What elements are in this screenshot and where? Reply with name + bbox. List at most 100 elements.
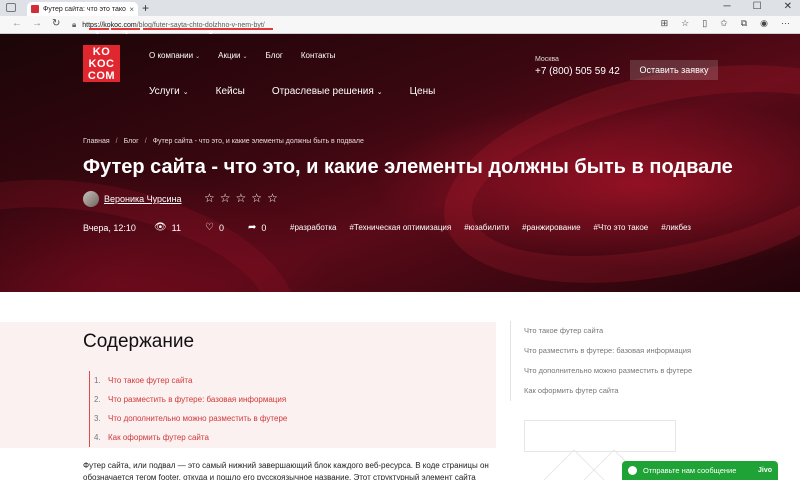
mainnav-item-cases[interactable]: Кейсы [216, 86, 245, 97]
split-screen-icon[interactable]: ▯ [702, 18, 707, 29]
shares-count: 0 [261, 222, 267, 233]
toc-list: 1. Что такое футер сайта 2. Что разместить… [89, 371, 287, 447]
likes-count: 0 [218, 222, 224, 233]
browser-tab-bar: Футер сайта: что это такое, ка × + ─ ☐ ✕ [0, 0, 800, 16]
toc-number: 4. [94, 433, 101, 442]
main-navigation: Услуги ⌄ Кейсы Отраслевые решения ⌄ Цены [149, 86, 435, 97]
sidebar-toc-item[interactable]: Что такое футер сайта [524, 321, 692, 341]
window-controls: ─ ☐ ✕ [724, 1, 792, 12]
browser-tab[interactable]: Футер сайта: что это такое, ка × [27, 2, 138, 16]
minimize-icon[interactable]: ─ [724, 1, 731, 12]
breadcrumb-current: Футер сайта - что это, и какие элементы … [152, 138, 364, 145]
collections-icon[interactable]: ⧉ [741, 18, 747, 29]
article-paragraph-line: обозначается тегом footer, откуда и пошл… [83, 473, 476, 480]
toc-number: 3. [94, 414, 101, 423]
favorite-star-icon[interactable]: ☆ [681, 18, 689, 29]
toc-title: Содержание [83, 331, 195, 352]
chat-widget-button[interactable]: Отправьте нам сообщение Jivo [622, 461, 778, 480]
toolbar-icons: ⊞ ☆ ▯ ✩ ⧉ ◉ ⋯ [661, 18, 790, 29]
city-label: Москва [535, 56, 559, 63]
annotation-underline-3 [143, 28, 273, 30]
request-button[interactable]: Оставить заявку [630, 60, 718, 80]
logo-line: KO [92, 46, 111, 58]
chat-brand: Jivo [757, 467, 772, 474]
publish-date: Вчера, 12:10 [83, 222, 136, 233]
tab-title: Футер сайта: что это такое, ка [43, 5, 126, 13]
toc-number: 2. [94, 395, 101, 404]
refresh-icon[interactable]: ↻ [52, 18, 60, 29]
maximize-icon[interactable]: ☐ [753, 1, 762, 12]
chevron-down-icon: ⌄ [242, 54, 248, 60]
eye-icon: 👁︎ [153, 222, 167, 233]
tag-link[interactable]: #Что это такое [594, 223, 649, 232]
toc-link[interactable]: Как оформить футер сайта [108, 433, 209, 442]
tag-link[interactable]: #Техническая оптимизация [349, 223, 451, 232]
tab-actions-icon[interactable] [6, 3, 16, 12]
share-icon[interactable]: ➦ [248, 222, 256, 233]
tag-link[interactable]: #юзабилити [464, 223, 509, 232]
tag-list: #разработка #Техническая оптимизация #юз… [290, 223, 691, 232]
topnav-item-promos[interactable]: Акции ⌄ [218, 51, 247, 60]
tab-close-icon[interactable]: × [129, 5, 134, 14]
back-icon[interactable]: ← [12, 18, 22, 29]
chat-label: Отправьте нам сообщение [643, 466, 737, 475]
toc-item[interactable]: 2. Что разместить в футере: базовая инфор… [94, 390, 287, 409]
new-tab-button[interactable]: + [142, 1, 149, 15]
mainnav-item-industry[interactable]: Отраслевые решения ⌄ [272, 86, 383, 97]
breadcrumb: Главная / Блог / Футер сайта - что это, … [83, 138, 364, 145]
breadcrumb-home[interactable]: Главная [83, 138, 110, 145]
article-meta: Вчера, 12:10 👁︎ 11 ♡ 0 ➦ 0 [83, 222, 266, 233]
phone-link[interactable]: +7 (800) 505 59 42 [535, 66, 620, 77]
toc-number: 1. [94, 376, 101, 385]
star-icon[interactable]: ☆ [251, 191, 262, 205]
star-icon[interactable]: ☆ [220, 191, 231, 205]
breadcrumb-blog[interactable]: Блог [124, 138, 139, 145]
author-name[interactable]: Вероника Чурсина [104, 194, 182, 204]
mainnav-item-prices[interactable]: Цены [410, 86, 436, 97]
favorites-icon[interactable]: ✩ [720, 18, 728, 29]
toc-item[interactable]: 3. Что дополнительно можно разместить в ф… [94, 409, 287, 428]
star-icon[interactable]: ☆ [236, 191, 247, 205]
chat-bubble-icon [628, 466, 637, 475]
breadcrumb-separator: / [144, 138, 147, 145]
read-aloud-icon[interactable]: ⊞ [661, 18, 669, 29]
topnav-item-contacts[interactable]: Контакты [301, 51, 336, 60]
more-menu-icon[interactable]: ⋯ [781, 18, 790, 29]
sidebar-toc-item[interactable]: Как оформить футер сайта [524, 381, 692, 401]
chevron-down-icon: ⌄ [195, 54, 201, 60]
toc-link[interactable]: Что такое футер сайта [108, 376, 192, 385]
page-title: Футер сайта - что это, и какие элементы … [83, 156, 733, 178]
site-favicon-icon [31, 5, 39, 13]
logo-line: COM [87, 70, 116, 82]
topnav-item-company[interactable]: О компании ⌄ [149, 51, 200, 60]
heart-icon[interactable]: ♡ [205, 222, 214, 233]
sidebar-toc-item[interactable]: Что разместить в футере: базовая информа… [524, 341, 692, 361]
topnav-item-blog[interactable]: Блог [266, 51, 283, 60]
star-icon[interactable]: ☆ [267, 191, 278, 205]
tag-link[interactable]: #ликбез [661, 223, 691, 232]
forward-icon[interactable]: → [32, 18, 42, 29]
profile-icon[interactable]: ◉ [760, 18, 768, 29]
top-navigation: О компании ⌄ Акции ⌄ Блог Контакты [149, 51, 335, 60]
toc-link[interactable]: Что разместить в футере: базовая информа… [108, 395, 286, 404]
sidebar-toc-item[interactable]: Что дополнительно можно разместить в фут… [524, 361, 692, 381]
annotation-underline-2 [111, 28, 140, 30]
sidebar-toc: Что такое футер сайта Что разместить в ф… [510, 321, 692, 401]
avatar [83, 191, 99, 207]
toc-item[interactable]: 1. Что такое футер сайта [94, 371, 287, 390]
tag-link[interactable]: #ранжирование [522, 223, 580, 232]
rating-stars: ☆ ☆ ☆ ☆ ☆ [204, 191, 278, 205]
toc-item[interactable]: 4. Как оформить футер сайта [94, 428, 287, 447]
tag-link[interactable]: #разработка [290, 223, 336, 232]
site-logo[interactable]: KO KOC COM [83, 45, 120, 82]
browser-toolbar: ← → ↻ 🔒︎ https://kokoc.com/blog/futer-sa… [0, 16, 800, 34]
author-block[interactable]: Вероника Чурсина [83, 191, 182, 207]
close-window-icon[interactable]: ✕ [784, 1, 792, 12]
hero-section: KO KOC COM О компании ⌄ Акции ⌄ Блог Конта… [0, 34, 800, 292]
annotation-underline-1 [89, 28, 109, 30]
toc-link[interactable]: Что дополнительно можно разместить в фут… [108, 414, 287, 423]
chevron-down-icon: ⌄ [182, 89, 189, 96]
star-icon[interactable]: ☆ [204, 191, 215, 205]
article-paragraph-line: Футер сайта, или подвал — это самый нижн… [83, 461, 489, 470]
mainnav-item-services[interactable]: Услуги ⌄ [149, 86, 189, 97]
